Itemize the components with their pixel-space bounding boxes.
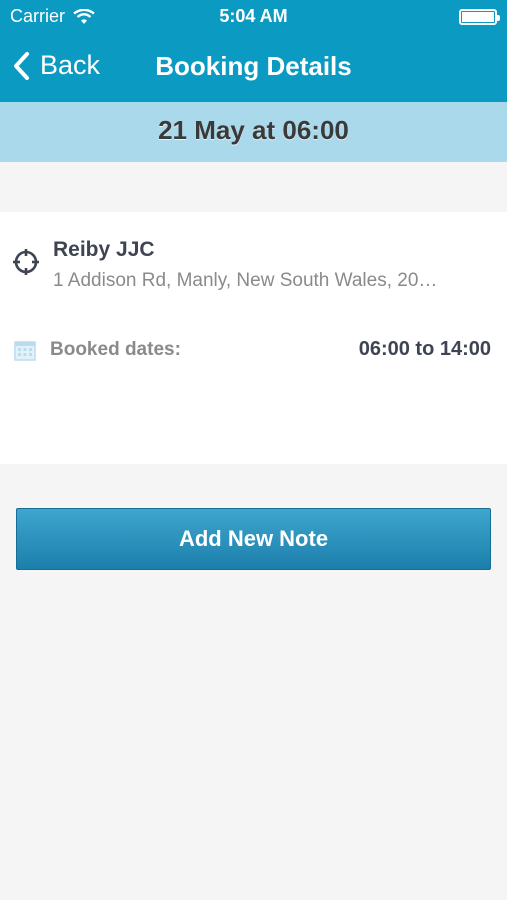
page-title: Booking Details <box>155 51 352 81</box>
booked-dates-label: Booked dates: <box>50 339 181 360</box>
location-target-icon <box>13 249 39 275</box>
add-new-note-button[interactable]: Add New Note <box>16 508 491 570</box>
battery-icon <box>459 9 500 25</box>
status-bar: Carrier 5:04 AM <box>0 0 507 34</box>
wavy-divider <box>0 150 507 159</box>
status-time: 5:04 AM <box>219 6 288 26</box>
location-address: 1 Addison Rd, Manly, New South Wales, 20… <box>53 270 438 291</box>
booking-card: Reiby JJC 1 Addison Rd, Manly, New South… <box>0 212 507 464</box>
calendar-icon <box>14 341 36 361</box>
location-name: Reiby JJC <box>53 238 155 261</box>
navigation-bar: Back Booking Details <box>0 34 507 102</box>
top-bar: Carrier 5:04 AM Back Booking Details <box>0 0 507 102</box>
booked-dates-value: 06:00 to 14:00 <box>358 338 491 360</box>
booking-date: 21 May at 06:00 <box>158 115 349 145</box>
